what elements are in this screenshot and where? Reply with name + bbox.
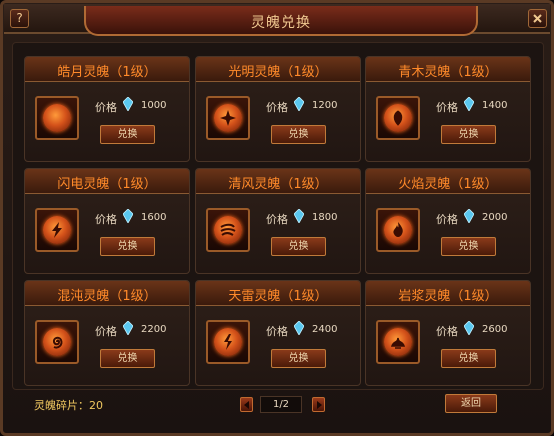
soul-item-slot[interactable] [206, 320, 250, 364]
price-value: 2400 [312, 324, 338, 335]
soul-item-slot[interactable] [35, 96, 79, 140]
soul-card: 青木灵魄（1级） 价格 1400 兑换 [365, 56, 531, 162]
exchange-button[interactable]: 兑换 [441, 237, 496, 256]
gem-icon [464, 321, 474, 335]
flame-icon [384, 216, 412, 244]
card-header: 天雷灵魄（1级） [196, 281, 360, 306]
gem-icon [294, 209, 304, 223]
price-label: 价格 [95, 213, 117, 226]
leaf-icon [384, 104, 412, 132]
price-value: 1200 [312, 100, 338, 111]
page-indicator: 1/2 [260, 396, 302, 413]
exchange-button[interactable]: 兑换 [100, 349, 155, 368]
card-header: 皓月灵魄（1级） [25, 57, 189, 82]
title-bar: ? 灵魄兑换 [4, 4, 550, 36]
card-title: 光明灵魄（1级） [228, 65, 328, 80]
card-header: 岩浆灵魄（1级） [366, 281, 530, 306]
price-label: 价格 [436, 213, 458, 226]
exchange-button[interactable]: 兑换 [271, 237, 326, 256]
card-header: 青木灵魄（1级） [366, 57, 530, 82]
price-value: 2000 [482, 212, 508, 223]
lightning-icon [43, 216, 71, 244]
soul-item-slot[interactable] [35, 208, 79, 252]
next-page-button[interactable] [312, 397, 325, 412]
title-plate: 灵魄兑换 [84, 6, 478, 36]
arrow-right-icon [317, 401, 322, 409]
exchange-button[interactable]: 兑换 [100, 125, 155, 144]
soul-card: 岩浆灵魄（1级） 价格 2600 兑换 [365, 280, 531, 386]
gem-icon [294, 321, 304, 335]
soul-card: 清风灵魄（1级） 价格 1800 兑换 [195, 168, 361, 274]
soul-card: 天雷灵魄（1级） 价格 2400 兑换 [195, 280, 361, 386]
card-title: 清风灵魄（1级） [228, 177, 328, 192]
price-value: 1800 [312, 212, 338, 223]
fragments-counter: 灵魄碎片：20 [34, 397, 103, 413]
close-button[interactable] [528, 9, 547, 28]
price-label: 价格 [266, 101, 288, 114]
close-icon [533, 14, 542, 23]
price-label: 价格 [436, 101, 458, 114]
soul-item-slot[interactable] [376, 320, 420, 364]
gem-icon [464, 97, 474, 111]
card-title: 皓月灵魄（1级） [57, 65, 157, 80]
price-value: 2600 [482, 324, 508, 335]
exchange-button[interactable]: 兑换 [441, 349, 496, 368]
exchange-button[interactable]: 兑换 [271, 349, 326, 368]
price-label: 价格 [436, 325, 458, 338]
soul-card: 混沌灵魄（1级） 价格 2200 兑换 [24, 280, 190, 386]
gem-icon [123, 209, 133, 223]
gem-icon [294, 97, 304, 111]
price-label: 价格 [95, 325, 117, 338]
card-title: 混沌灵魄（1级） [57, 289, 157, 304]
prev-page-button[interactable] [240, 397, 253, 412]
exchange-button[interactable]: 兑换 [100, 237, 155, 256]
thunder-icon [214, 328, 242, 356]
magma-icon [384, 328, 412, 356]
price-value: 2200 [141, 324, 167, 335]
fragments-label: 灵魄碎片： [34, 399, 89, 412]
card-title: 天雷灵魄（1级） [228, 289, 328, 304]
back-button[interactable]: 返回 [445, 394, 497, 413]
card-title: 岩浆灵魄（1级） [398, 289, 498, 304]
soul-card: 火焰灵魄（1级） 价格 2000 兑换 [365, 168, 531, 274]
exchange-button[interactable]: 兑换 [441, 125, 496, 144]
price-value: 1000 [141, 100, 167, 111]
exchange-button[interactable]: 兑换 [271, 125, 326, 144]
arrow-left-icon [244, 401, 249, 409]
card-title: 闪电灵魄（1级） [57, 177, 157, 192]
card-header: 混沌灵魄（1级） [25, 281, 189, 306]
price-value: 1600 [141, 212, 167, 223]
price-label: 价格 [266, 213, 288, 226]
card-header: 清风灵魄（1级） [196, 169, 360, 194]
soul-item-slot[interactable] [376, 96, 420, 140]
gem-icon [123, 321, 133, 335]
price-label: 价格 [266, 325, 288, 338]
card-header: 火焰灵魄（1级） [366, 169, 530, 194]
help-button[interactable]: ? [10, 9, 29, 28]
gem-icon [464, 209, 474, 223]
gem-icon [123, 97, 133, 111]
soul-item-slot[interactable] [376, 208, 420, 252]
soul-card: 皓月灵魄（1级） 价格 1000 兑换 [24, 56, 190, 162]
sparkle-icon [214, 104, 242, 132]
card-header: 光明灵魄（1级） [196, 57, 360, 82]
soul-item-slot[interactable] [206, 208, 250, 252]
crescent-moon-icon [43, 104, 71, 132]
card-title: 火焰灵魄（1级） [398, 177, 498, 192]
card-header: 闪电灵魄（1级） [25, 169, 189, 194]
soul-card: 闪电灵魄（1级） 价格 1600 兑换 [24, 168, 190, 274]
soul-item-slot[interactable] [35, 320, 79, 364]
soul-item-slot[interactable] [206, 96, 250, 140]
card-title: 青木灵魄（1级） [398, 65, 498, 80]
swirl-icon [43, 328, 71, 356]
soul-card: 光明灵魄（1级） 价格 1200 兑换 [195, 56, 361, 162]
wind-icon [214, 216, 242, 244]
price-label: 价格 [95, 101, 117, 114]
window-title: 灵魄兑换 [251, 15, 311, 31]
price-value: 1400 [482, 100, 508, 111]
fragments-value: 20 [89, 399, 103, 412]
